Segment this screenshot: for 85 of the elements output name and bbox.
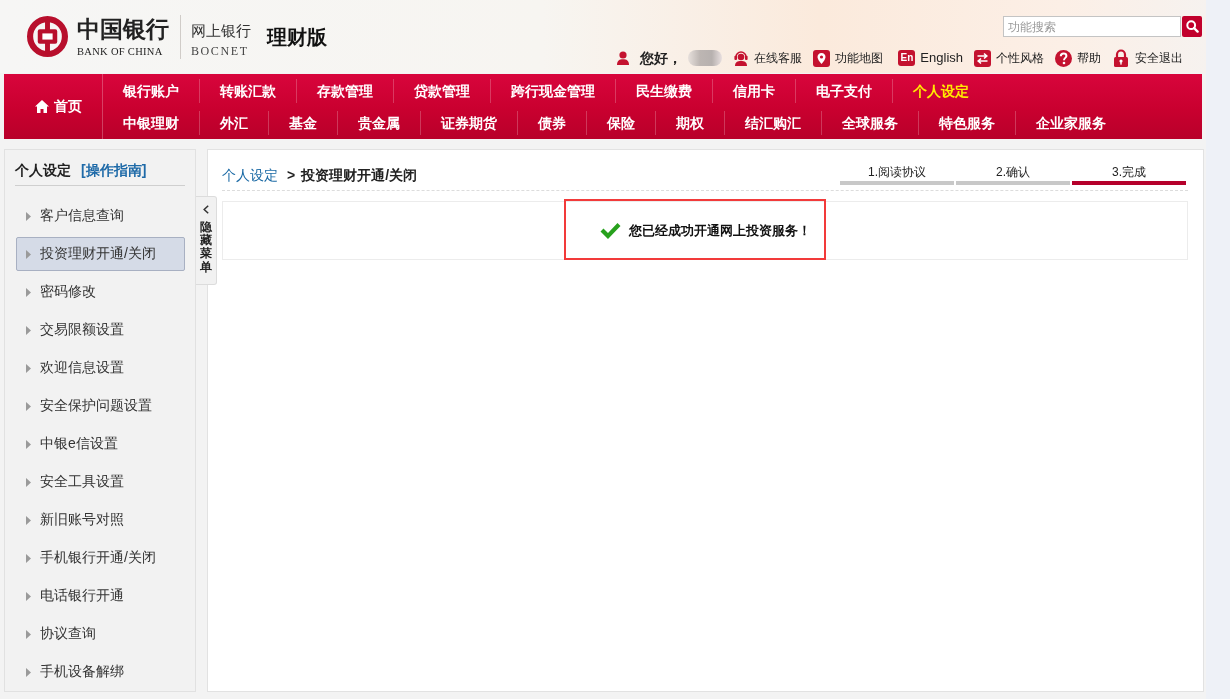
sidebar-item[interactable]: 客户信息查询 bbox=[16, 199, 185, 233]
english-link[interactable]: En English bbox=[898, 49, 963, 67]
nav-menu-item[interactable]: 电子支付 bbox=[795, 79, 892, 103]
product-name-chinese: 网上银行 bbox=[191, 21, 251, 40]
function-map-link[interactable]: 功能地图 bbox=[813, 49, 884, 67]
map-pin-icon bbox=[813, 49, 831, 67]
nav-menu-item[interactable]: 证券期货 bbox=[420, 111, 517, 135]
headset-icon bbox=[733, 50, 750, 66]
caret-icon bbox=[26, 325, 31, 335]
sidebar-item[interactable]: 安全保护问题设置 bbox=[16, 389, 185, 423]
checkmark-icon bbox=[599, 221, 621, 240]
sidebar-item[interactable]: 交易限额设置 bbox=[16, 313, 185, 347]
nav-menu-item[interactable]: 期权 bbox=[655, 111, 724, 135]
logo-icon bbox=[27, 16, 68, 57]
nav-menu-item[interactable]: 中银理财 bbox=[103, 111, 199, 135]
collapse-menu-tab[interactable]: 隐藏菜单 bbox=[196, 196, 217, 285]
caret-icon bbox=[26, 629, 31, 639]
padlock-icon bbox=[1112, 49, 1130, 67]
home-nav-item[interactable]: 首页 bbox=[4, 74, 103, 139]
caret-icon bbox=[26, 667, 31, 677]
search-field[interactable]: 功能搜索 bbox=[1003, 16, 1181, 37]
caret-icon bbox=[26, 591, 31, 601]
nav-menu-item[interactable]: 跨行现金管理 bbox=[490, 79, 615, 103]
caret-icon bbox=[26, 477, 31, 487]
greeting-text: 您好， bbox=[640, 49, 683, 67]
caret-icon bbox=[26, 439, 31, 449]
nav-menu-item[interactable]: 特色服务 bbox=[918, 111, 1015, 135]
sidebar-item[interactable]: 电话银行开通 bbox=[16, 579, 185, 613]
help-link[interactable]: 帮助 bbox=[1055, 49, 1101, 67]
sidebar-title: 个人设定 bbox=[15, 162, 71, 179]
search-button[interactable] bbox=[1182, 16, 1202, 37]
user-icon bbox=[617, 51, 630, 65]
bank-name-chinese: 中国银行 bbox=[77, 16, 169, 43]
guide-link[interactable]: [操作指南] bbox=[81, 162, 147, 179]
nav-menu-item[interactable]: 外汇 bbox=[199, 111, 268, 135]
success-message: 您已经成功开通网上投资服务！ bbox=[628, 221, 811, 240]
nav-menu-item[interactable]: 结汇购汇 bbox=[724, 111, 821, 135]
sidebar-item[interactable]: 协议查询 bbox=[16, 617, 185, 651]
search-icon bbox=[1185, 20, 1199, 33]
breadcrumb-current: 投资理财开通/关闭 bbox=[301, 167, 418, 184]
sidebar-item[interactable]: 手机设备解绑 bbox=[16, 655, 185, 689]
nav-menu-item[interactable]: 个人设定 bbox=[892, 79, 989, 103]
nav-menu-item[interactable]: 贵金属 bbox=[337, 111, 420, 135]
caret-icon bbox=[26, 287, 31, 297]
product-name-english: BOCNET bbox=[191, 44, 249, 58]
nav-menu-item[interactable]: 企业家服务 bbox=[1015, 111, 1126, 135]
nav-menu-item[interactable]: 转账汇款 bbox=[199, 79, 296, 103]
caret-icon bbox=[26, 553, 31, 563]
home-icon bbox=[34, 100, 49, 113]
nav-menu-item[interactable]: 基金 bbox=[268, 111, 337, 135]
sidebar-item[interactable]: 安全工具设置 bbox=[16, 465, 185, 499]
language-badge: En bbox=[898, 50, 916, 66]
blurred-name-placeholder bbox=[688, 50, 723, 66]
step-label: 2.确认 bbox=[996, 165, 1030, 179]
nav-menu-item[interactable]: 存款管理 bbox=[296, 79, 393, 103]
caret-icon bbox=[26, 249, 31, 259]
breadcrumb-link[interactable]: 个人设定 bbox=[222, 167, 278, 184]
nav-menu-item[interactable]: 信用卡 bbox=[712, 79, 795, 103]
nav-menu-item[interactable]: 银行账户 bbox=[103, 79, 199, 103]
step-label: 3.完成 bbox=[1112, 165, 1146, 179]
nav-menu-item[interactable]: 全球服务 bbox=[821, 111, 918, 135]
caret-icon bbox=[26, 515, 31, 525]
swap-arrows-icon bbox=[974, 49, 991, 67]
sidebar-item[interactable]: 欢迎信息设置 bbox=[16, 351, 185, 385]
bank-name-english: BANK OF CHINA bbox=[77, 45, 163, 58]
sidebar-item[interactable]: 密码修改 bbox=[16, 275, 185, 309]
nav-menu-item[interactable]: 保险 bbox=[586, 111, 655, 135]
caret-icon bbox=[26, 211, 31, 221]
nav-menu-item[interactable]: 民生缴费 bbox=[615, 79, 712, 103]
sidebar-item[interactable]: 新旧账号对照 bbox=[16, 503, 185, 537]
sidebar-item[interactable]: 中银e信设置 bbox=[16, 427, 185, 461]
sidebar-item[interactable]: 投资理财开通/关闭 bbox=[16, 237, 185, 271]
caret-icon bbox=[26, 363, 31, 373]
edition-title: 理财版 bbox=[267, 25, 327, 49]
sidebar-item[interactable]: 手机银行开通/关闭 bbox=[16, 541, 185, 575]
nav-menu-item[interactable]: 贷款管理 bbox=[393, 79, 490, 103]
breadcrumb-separator: > bbox=[287, 167, 296, 184]
theme-style-link[interactable]: 个性风格 bbox=[974, 49, 1044, 67]
logout-link[interactable]: 安全退出 bbox=[1112, 49, 1183, 67]
caret-icon bbox=[26, 401, 31, 411]
help-icon bbox=[1055, 49, 1072, 67]
nav-menu-item[interactable]: 债券 bbox=[517, 111, 586, 135]
chevron-left-icon bbox=[203, 205, 209, 214]
online-service-link[interactable]: 在线客服 bbox=[733, 49, 803, 67]
step-label: 1.阅读协议 bbox=[868, 165, 926, 179]
